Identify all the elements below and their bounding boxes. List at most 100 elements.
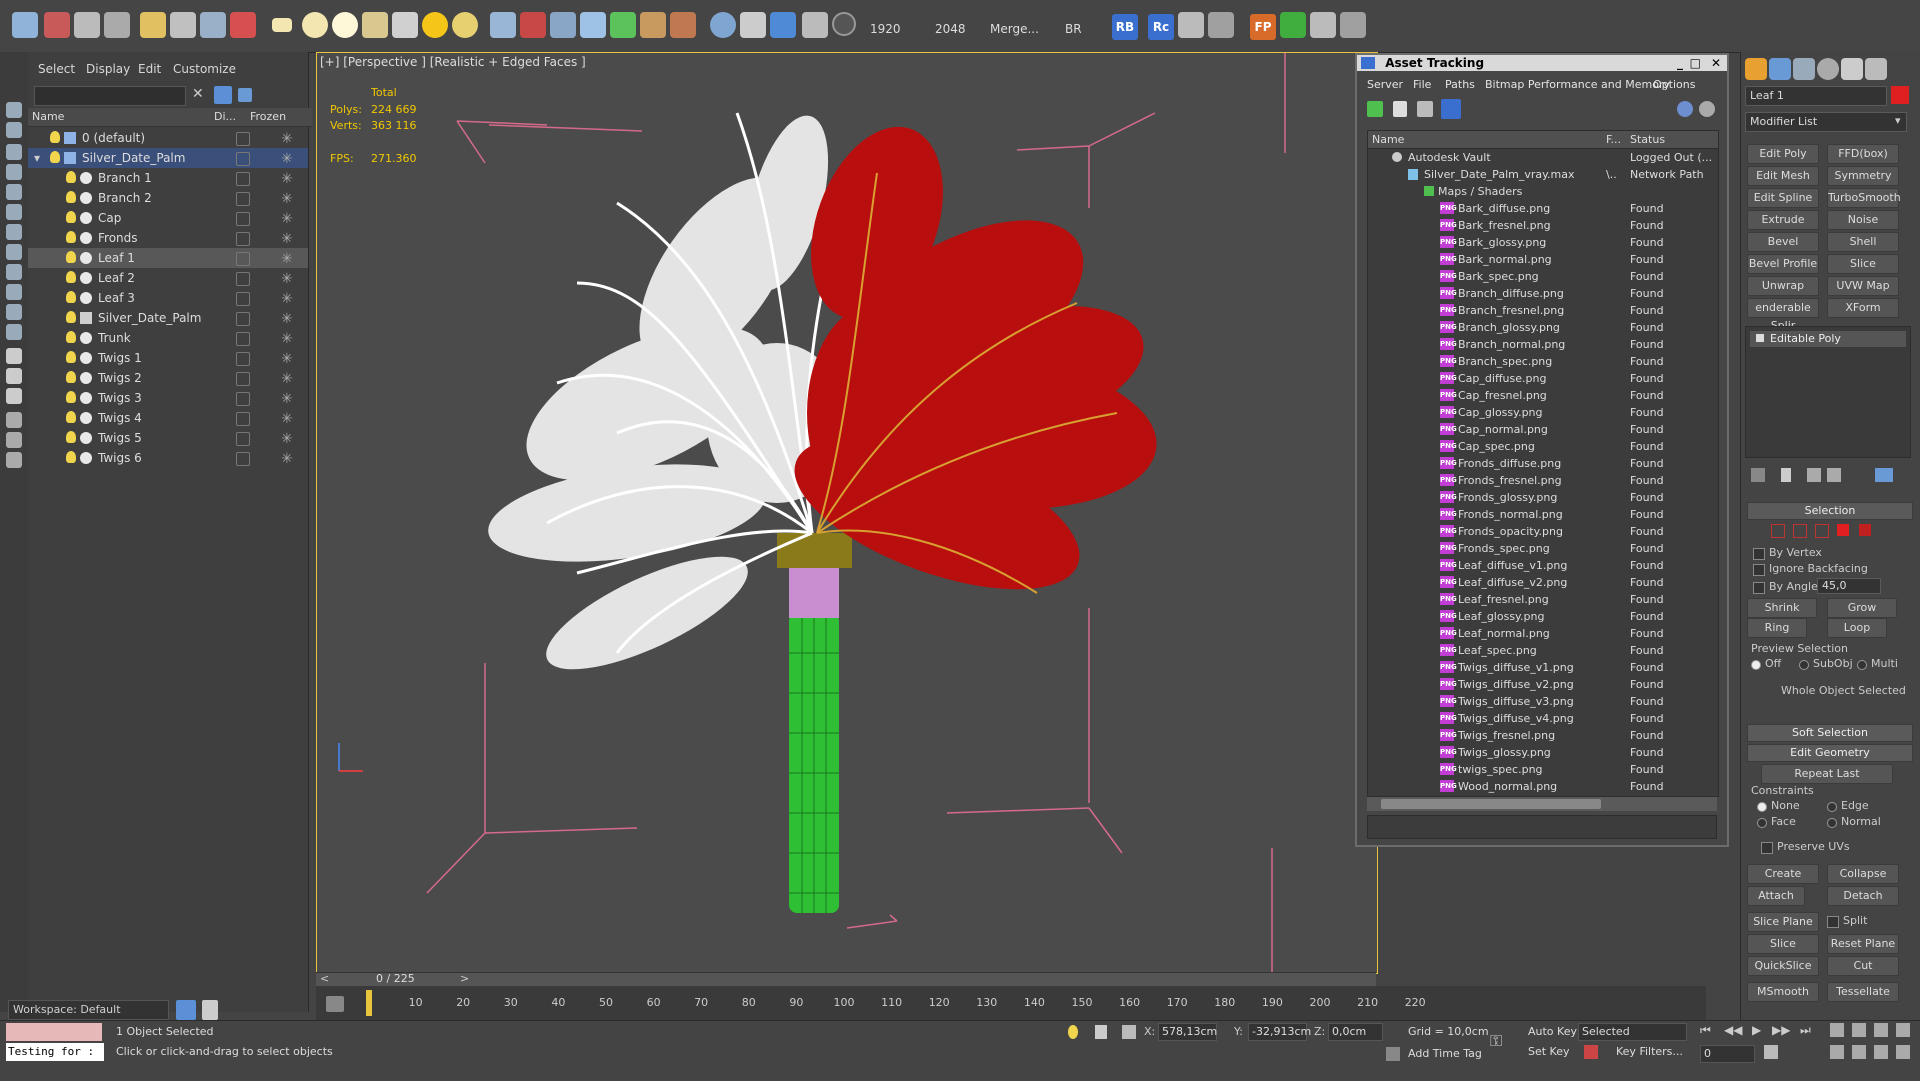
display-icon[interactable] xyxy=(236,372,250,386)
asset-file-row[interactable]: PNG Leaf_spec.png Found xyxy=(1368,642,1718,659)
frame-buffer-icon[interactable] xyxy=(740,12,766,38)
reset-plane-button[interactable]: Reset Plane xyxy=(1827,934,1899,954)
scatter-icon[interactable] xyxy=(580,12,606,38)
asset-file-row[interactable]: PNG Bark_diffuse.png Found xyxy=(1368,200,1718,217)
light-bulb-icon[interactable] xyxy=(66,311,76,323)
teapot-icon[interactable] xyxy=(362,12,388,38)
table-icon[interactable] xyxy=(1208,12,1234,38)
asset-file-row[interactable]: PNG Fronds_spec.png Found xyxy=(1368,540,1718,557)
preview-multi-radio[interactable] xyxy=(1857,660,1867,670)
viewport-label[interactable]: [+] [Perspective ] [Realistic + Edged Fa… xyxy=(320,55,586,69)
frozen-icon[interactable]: ✳ xyxy=(281,289,293,309)
time-tag-icon[interactable] xyxy=(1386,1047,1400,1061)
light-bulb-icon[interactable] xyxy=(66,271,76,283)
go-to-end-icon[interactable]: ⏭ xyxy=(1800,1023,1811,1038)
orbit-icon[interactable] xyxy=(1874,1045,1888,1059)
time-configuration-icon[interactable] xyxy=(1764,1045,1778,1059)
by-angle-checkbox[interactable] xyxy=(1753,582,1765,594)
frozen-icon[interactable]: ✳ xyxy=(281,149,293,169)
time-cursor[interactable] xyxy=(366,990,372,1016)
explorer-lights-icon[interactable] xyxy=(6,184,22,200)
add-time-tag-button[interactable]: Add Time Tag xyxy=(1408,1047,1482,1060)
frozen-icon[interactable]: ✳ xyxy=(281,269,293,289)
light-bulb-icon[interactable] xyxy=(66,371,76,383)
display-icon[interactable] xyxy=(236,392,250,406)
render-setup-icon[interactable] xyxy=(520,12,546,38)
asset-file-row[interactable]: PNG Bark_spec.png Found xyxy=(1368,268,1718,285)
hair-icon[interactable] xyxy=(640,12,666,38)
tools-icon[interactable] xyxy=(1178,12,1204,38)
asset-file-row[interactable]: PNG Twigs_diffuse_v4.png Found xyxy=(1368,710,1718,727)
object-row-branch-2[interactable]: Branch 2 ✳ xyxy=(28,188,308,208)
layer-filter-icon[interactable] xyxy=(238,88,252,102)
asset-tracking-titlebar[interactable]: Asset Tracking _ □ ✕ xyxy=(1357,55,1727,71)
create-button[interactable]: Create xyxy=(1747,864,1819,884)
modifier-symmetry-button[interactable]: Symmetry xyxy=(1827,166,1899,186)
explorer-filter-icon[interactable] xyxy=(6,412,22,428)
light-bulb-icon[interactable] xyxy=(66,331,76,343)
asset-file-row[interactable]: PNG Branch_diffuse.png Found xyxy=(1368,285,1718,302)
zoom-extents-icon[interactable] xyxy=(1874,1023,1888,1037)
modifier-slice-button[interactable]: Slice xyxy=(1827,254,1899,274)
previous-frame-icon[interactable]: ◀◀ xyxy=(1724,1023,1742,1037)
modifier-uvw-map-button[interactable]: UVW Map xyxy=(1827,276,1899,296)
asset-file-row[interactable]: PNG Bark_fresnel.png Found xyxy=(1368,217,1718,234)
ignore-backfacing-checkbox[interactable] xyxy=(1753,564,1765,576)
preserve-uvs-checkbox[interactable] xyxy=(1761,842,1773,854)
list-view-icon[interactable] xyxy=(1393,101,1407,117)
asset-file-row[interactable]: PNG Leaf_glossy.png Found xyxy=(1368,608,1718,625)
asset-file-row[interactable]: PNG Fronds_diffuse.png Found xyxy=(1368,455,1718,472)
grow-button[interactable]: Grow xyxy=(1827,598,1897,618)
light-bulb-icon[interactable] xyxy=(66,191,76,203)
undo-icon[interactable] xyxy=(12,12,38,38)
layer-explorer-icon[interactable] xyxy=(176,1000,196,1020)
modifier-bevel-button[interactable]: Bevel xyxy=(1747,232,1819,252)
frozen-icon[interactable]: ✳ xyxy=(281,369,293,389)
output-icon[interactable] xyxy=(802,12,828,38)
explorer-menu-select[interactable]: Select xyxy=(38,62,75,76)
remove-modifier-icon[interactable] xyxy=(1827,468,1841,482)
polygon-mode-icon[interactable] xyxy=(1837,524,1849,536)
modifier-extrude-button[interactable]: Extrude xyxy=(1747,210,1819,230)
light-bulb-icon[interactable] xyxy=(66,431,76,443)
time-slider[interactable] xyxy=(316,972,1376,987)
asset-file-row[interactable]: PNG Bark_glossy.png Found xyxy=(1368,234,1718,251)
utilities-tab-icon[interactable] xyxy=(1865,58,1887,80)
quickslice-button[interactable]: QuickSlice xyxy=(1747,956,1819,976)
expand-arrow-icon[interactable]: ▾ xyxy=(34,148,40,168)
modifier-turbosmooth-button[interactable]: TurboSmooth xyxy=(1827,188,1901,208)
key-filters-button[interactable]: Key Filters... xyxy=(1616,1045,1683,1058)
msmooth-button[interactable]: MSmooth xyxy=(1747,982,1819,1002)
display-icon[interactable] xyxy=(236,212,250,226)
workspace-dropdown[interactable]: Workspace: Default xyxy=(8,1000,169,1020)
asset-file-row[interactable]: PNG Twigs_diffuse_v1.png Found xyxy=(1368,659,1718,676)
asset-file-row[interactable]: PNG Cap_fresnel.png Found xyxy=(1368,387,1718,404)
frozen-icon[interactable]: ✳ xyxy=(281,129,293,149)
display-icon[interactable] xyxy=(236,432,250,446)
modifier-edit-poly-button[interactable]: Edit Poly xyxy=(1747,144,1819,164)
display-icon[interactable] xyxy=(236,312,250,326)
hierarchy-icon[interactable] xyxy=(202,1000,218,1020)
explorer-list-icon[interactable] xyxy=(6,348,22,364)
light-bulb-icon[interactable] xyxy=(66,351,76,363)
light-bulb-icon[interactable] xyxy=(66,231,76,243)
object-row-branch-1[interactable]: Branch 1 ✳ xyxy=(28,168,308,188)
key-icon[interactable]: ⚿ xyxy=(1490,1031,1514,1050)
zoom-extents-all-icon[interactable] xyxy=(1896,1023,1910,1037)
region-select-icon[interactable] xyxy=(230,12,256,38)
angle-spinner[interactable]: 45,0 xyxy=(1817,578,1881,594)
explorer-groups-icon[interactable] xyxy=(6,264,22,280)
explorer-search-input[interactable] xyxy=(34,86,186,106)
asset-file-row[interactable]: PNG Twigs_diffuse_v3.png Found xyxy=(1368,693,1718,710)
explorer-hierarchy-icon[interactable] xyxy=(6,432,22,448)
modifier-list-dropdown[interactable]: Modifier List xyxy=(1745,112,1907,132)
br-button[interactable]: BR xyxy=(1065,22,1082,36)
constraint-normal-radio[interactable] xyxy=(1827,818,1837,828)
object-row-twigs-3[interactable]: Twigs 3 ✳ xyxy=(28,388,308,408)
display-tab-icon[interactable] xyxy=(1841,58,1863,80)
display-icon[interactable] xyxy=(236,232,250,246)
explorer-bones-icon[interactable] xyxy=(6,304,22,320)
y-coordinate-field[interactable]: -32,913cm xyxy=(1248,1023,1311,1041)
preview-off-radio[interactable] xyxy=(1751,660,1761,670)
object-row-cap[interactable]: Cap ✳ xyxy=(28,208,308,228)
